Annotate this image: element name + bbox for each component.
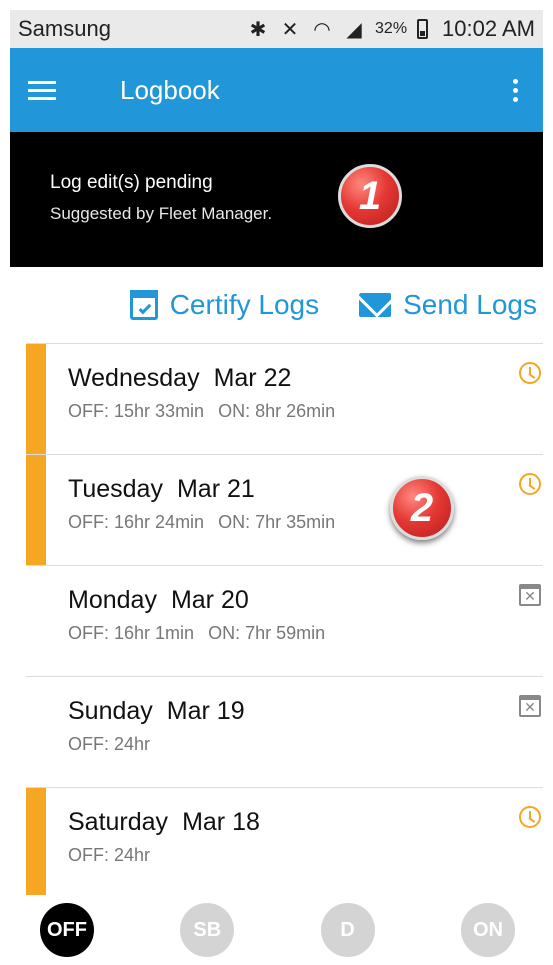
log-list: Wednesday Mar 22 OFF: 15hr 33min ON: 8hr 2… [26, 343, 543, 899]
send-logs-label: Send Logs [403, 289, 537, 320]
log-date: Wednesday Mar 22 [68, 364, 292, 392]
log-hours: OFF: 16hr 1min ON: 7hr 59min [68, 623, 326, 643]
envelope-icon [359, 293, 392, 317]
duty-on-button[interactable]: ON [460, 903, 515, 957]
log-date: Saturday Mar 18 [68, 808, 260, 836]
log-hours: OFF: 24hr [68, 734, 151, 754]
log-hours: OFF: 16hr 24min ON: 7hr 35min [68, 512, 336, 532]
wifi-icon: ◠ [313, 18, 331, 41]
battery-percent: 32% [375, 20, 408, 37]
logbook-screen: Samsung ✱ ✕ ◠ ◢ 32% 10:02 AM Logbook Log… [0, 0, 553, 965]
more-vert-icon[interactable] [495, 60, 535, 120]
duty-d-button[interactable]: D [320, 903, 375, 957]
mute-icon: ✕ [281, 18, 299, 41]
certify-logs-label: Certify Logs [169, 289, 320, 320]
clock-icon [519, 806, 541, 828]
carrier-name: Samsung [18, 16, 111, 41]
battery-icon [417, 19, 429, 39]
clock-icon [519, 473, 541, 495]
log-row-sunday[interactable]: Sunday Mar 19 OFF: 24hr ✕ [26, 676, 543, 787]
calendar-check-icon [129, 290, 158, 320]
pending-edits-banner[interactable]: Log edit(s) pending Suggested by Fleet M… [10, 132, 543, 267]
certify-logs-button[interactable]: Certify Logs [129, 289, 320, 321]
log-actions: Certify Logs Send Logs [10, 267, 543, 343]
status-icons: ✱ ✕ ◠ ◢ 32% 10:02 AM [247, 16, 535, 42]
banner-title: Log edit(s) pending [50, 172, 213, 193]
status-bar: Samsung ✱ ✕ ◠ ◢ 32% 10:02 AM [10, 10, 543, 48]
callout-badge-1: 1 [338, 164, 402, 228]
clock-time: 10:02 AM [442, 16, 535, 41]
app-bar: Logbook [10, 48, 543, 132]
signal-icon: ◢ [346, 18, 362, 41]
banner-subtitle: Suggested by Fleet Manager. [50, 204, 273, 223]
log-hours: OFF: 15hr 33min ON: 8hr 26min [68, 401, 336, 421]
log-hours: OFF: 24hr [68, 845, 151, 865]
hamburger-menu-icon[interactable] [28, 60, 88, 120]
clock-icon [519, 362, 541, 384]
duty-status-bar: OFF SB D ON [10, 895, 543, 965]
calendar-x-icon: ✕ [519, 584, 541, 606]
duty-off-button[interactable]: OFF [40, 903, 94, 957]
log-row-tuesday[interactable]: Tuesday Mar 21 OFF: 16hr 24min ON: 7hr 35m… [26, 454, 543, 566]
log-date: Tuesday Mar 21 [68, 475, 255, 503]
log-row-wednesday[interactable]: Wednesday Mar 22 OFF: 15hr 33min ON: 8hr 2… [26, 343, 543, 455]
pending-indicator [26, 455, 46, 566]
app-title: Logbook [120, 74, 220, 105]
duty-sb-button[interactable]: SB [180, 903, 235, 957]
pending-indicator [26, 344, 46, 455]
log-date: Sunday Mar 19 [68, 697, 245, 725]
callout-badge-2: 2 [390, 476, 454, 540]
calendar-x-icon: ✕ [519, 695, 541, 717]
log-date: Monday Mar 20 [68, 586, 249, 614]
bluetooth-icon: ✱ [249, 18, 267, 41]
log-row-saturday[interactable]: Saturday Mar 18 OFF: 24hr [26, 787, 543, 899]
log-row-monday[interactable]: Monday Mar 20 OFF: 16hr 1min ON: 7hr 59min… [26, 565, 543, 676]
pending-indicator [26, 788, 46, 899]
send-logs-button[interactable]: Send Logs [359, 289, 537, 321]
